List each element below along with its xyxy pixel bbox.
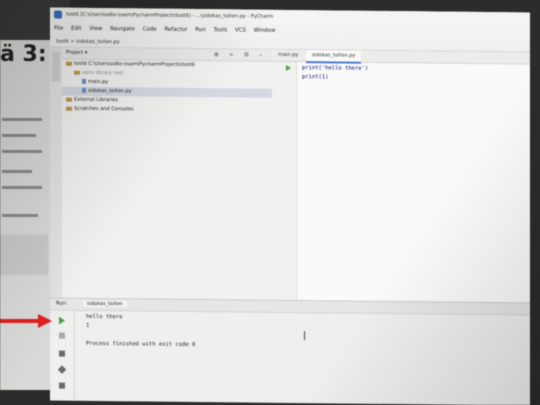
text-line (2, 134, 36, 137)
code-line: print(1) (302, 74, 329, 81)
pycharm-icon (54, 10, 62, 19)
pycharm-window: tost6 [C:\Users\odto-ssam\PycharmProject… (50, 7, 530, 405)
text-line (2, 214, 38, 217)
menu-tools[interactable]: Tools (214, 27, 228, 33)
menu-vcs[interactable]: VCS (235, 27, 246, 33)
tab-main[interactable]: main.py (272, 50, 304, 61)
breadcrumb[interactable]: tost6 > sidokas_toiten.py (56, 39, 120, 46)
rerun-icon[interactable] (59, 316, 65, 325)
window-title: tost6 [C:\Users\odto-ssam\PycharmProject… (66, 11, 274, 20)
trash-icon[interactable] (59, 382, 65, 389)
project-panel-header: Project ▾ ⊕ ÷ ⚙ – (62, 47, 272, 62)
folder-icon (66, 61, 74, 67)
code-text[interactable]: print('hello there') print(1) (302, 64, 368, 83)
run-gutter-icon[interactable] (286, 64, 291, 72)
project-tree: tost6 C:\Users\odto-ssam\PycharmProjects… (62, 60, 272, 116)
tree-scratches[interactable]: Scratches and Consoles (62, 105, 272, 116)
menu-view[interactable]: View (89, 26, 102, 32)
project-panel-icons[interactable]: ⊕ ÷ ⚙ – (214, 49, 266, 61)
run-config-tab[interactable]: sidokas_toiten (82, 300, 127, 308)
run-toolbar (50, 310, 75, 401)
library-icon (66, 97, 74, 103)
red-arrow-annotation (0, 314, 52, 328)
project-panel: Project ▾ ⊕ ÷ ⚙ – tost6 C:\Users\odto-ss… (62, 47, 273, 300)
project-view-selector[interactable]: Project ▾ (66, 50, 87, 56)
text-cursor (304, 331, 305, 341)
menu-code[interactable]: Code (143, 26, 157, 32)
text-line (2, 186, 42, 189)
run-label: Run: (56, 300, 68, 307)
menu-file[interactable]: File (54, 26, 63, 32)
project-tool-tab[interactable] (52, 51, 60, 82)
output-line: Process finished with exit code 0 (86, 340, 196, 349)
pin-icon[interactable] (57, 365, 67, 374)
menu-navigate[interactable]: Navigate (110, 26, 135, 32)
text-line (2, 118, 42, 121)
photo-of-screen: ä 3: tost6 [C:\Users\odto-ssam\PycharmPr… (0, 0, 540, 405)
stop-icon[interactable] (59, 332, 65, 339)
menu-run[interactable]: Run (195, 27, 206, 33)
layout-icon[interactable] (59, 350, 65, 357)
run-panel: Run: sidokas_toiten hello there 1 Proces… (50, 297, 530, 405)
menu-edit[interactable]: Edit (71, 26, 82, 32)
folder-icon (74, 70, 82, 76)
background-heading: ä 3: (0, 42, 47, 67)
text-line (2, 150, 42, 153)
editor-area: main.py sidokas_toiten.py print('hello t… (272, 49, 530, 303)
background-toolbar (0, 235, 48, 275)
menu-refactor[interactable]: Refactor (164, 27, 187, 33)
editor-tabs: main.py sidokas_toiten.py (272, 49, 530, 65)
menu-window[interactable]: Window (254, 28, 276, 34)
text-line (2, 170, 32, 173)
tab-sidokas[interactable]: sidokas_toiten.py (305, 50, 362, 64)
console-output[interactable]: hello there 1 Process finished with exit… (86, 313, 195, 350)
scratches-icon (66, 106, 74, 112)
editor-gutter (272, 61, 297, 301)
